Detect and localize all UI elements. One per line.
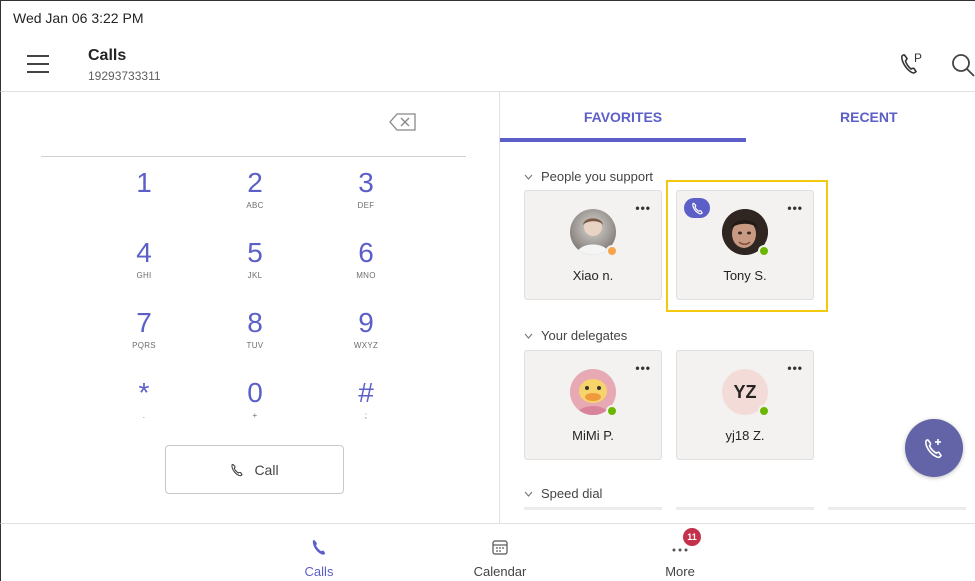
phone-number: 19293733311 [88, 69, 161, 83]
dialpad-key-0[interactable]: 0 + [210, 378, 300, 438]
tab-favorites[interactable]: FAVORITES [500, 92, 746, 142]
dialpad-key-8[interactable]: 8 TUV [210, 308, 300, 368]
dial-input-underline [41, 156, 466, 157]
speed-dial-card-edge [828, 507, 966, 510]
contact-card-xiao[interactable]: ••• Xiao n. [524, 190, 662, 300]
nav-calendar-label: Calendar [473, 564, 527, 579]
contact-name: MiMi P. [572, 428, 614, 443]
dialpad-key-star[interactable]: *. [99, 378, 189, 438]
more-options-icon[interactable]: ••• [787, 201, 803, 215]
section-your-delegates[interactable]: Your delegates [524, 328, 627, 343]
notification-badge: 11 [683, 528, 701, 546]
dialpad-key-9[interactable]: 9 WXYZ [321, 308, 411, 368]
call-button[interactable]: Call [165, 445, 344, 494]
chevron-down-icon [524, 174, 533, 180]
more-options-icon[interactable]: ••• [635, 361, 651, 375]
menu-icon[interactable] [27, 55, 49, 73]
presence-available-icon [758, 405, 770, 417]
dialpad-key-1[interactable]: 1 [99, 168, 189, 228]
phone-icon [231, 463, 244, 476]
presence-available-icon [606, 405, 618, 417]
dialpad-key-7[interactable]: 7 PQRS [99, 308, 189, 368]
contact-card-mimi[interactable]: ••• MiMi P. [524, 350, 662, 460]
presence-away-icon [606, 245, 618, 257]
chevron-down-icon [524, 491, 533, 497]
avatar [570, 209, 618, 257]
avatar [722, 209, 770, 257]
section-speed-dial[interactable]: Speed dial [524, 486, 602, 501]
nav-calls-label: Calls [304, 564, 334, 579]
in-call-icon [684, 198, 710, 218]
contact-card-yj18[interactable]: ••• YZ yj18 Z. [676, 350, 814, 460]
contact-name: yj18 Z. [725, 428, 765, 443]
new-call-button[interactable] [905, 419, 963, 477]
presence-available-icon [758, 245, 770, 257]
dialpad-key-2[interactable]: 2 ABC [210, 168, 300, 228]
contacts-panel: FAVORITES RECENT People you support ••• … [500, 92, 975, 523]
dialpad-key-4[interactable]: 4 GHI [99, 238, 189, 298]
nav-calendar[interactable]: Calendar [455, 524, 545, 581]
section-title: Speed dial [541, 486, 603, 501]
chevron-down-icon [524, 333, 533, 339]
contact-card-tony[interactable]: ••• Tony S. [676, 190, 814, 300]
contact-name: Xiao n. [572, 268, 614, 283]
phone-icon [312, 540, 326, 555]
nav-calls[interactable]: Calls [274, 524, 364, 581]
page-title: Calls [88, 47, 127, 64]
nav-more[interactable]: 11 More [635, 524, 725, 581]
speed-dial-card-edge [524, 507, 662, 510]
tab-recent[interactable]: RECENT [746, 92, 975, 142]
dialpad-key-3[interactable]: 3 DEF [321, 168, 411, 228]
status-bar: Wed Jan 06 3:22 PM [0, 0, 975, 34]
more-options-icon[interactable]: ••• [635, 201, 651, 215]
nav-more-label: More [665, 564, 695, 579]
status-datetime: Wed Jan 06 3:22 PM [13, 10, 144, 26]
dialpad-key-6[interactable]: 6 MNO [321, 238, 411, 298]
app-header: Calls 19293733311 P [0, 34, 975, 92]
avatar-initials: YZ [722, 369, 770, 417]
contact-name: Tony S. [723, 268, 767, 283]
backspace-icon[interactable] [389, 112, 417, 132]
avatar [570, 369, 618, 417]
call-park-icon[interactable]: P [899, 50, 925, 78]
bottom-nav: Calls Calendar 11 More [0, 523, 975, 581]
dialpad-panel: 1 2 ABC 3 DEF 4 GHI 5 JKL 6 MNO 7 PQRS 8 TUV 9W… [0, 92, 500, 523]
dialpad-key-5[interactable]: 5 JKL [210, 238, 300, 298]
search-icon[interactable] [949, 52, 975, 78]
more-options-icon[interactable]: ••• [787, 361, 803, 375]
svg-text:P: P [914, 51, 922, 65]
section-people-you-support[interactable]: People you support [524, 169, 653, 184]
section-title: People you support [541, 169, 654, 184]
calendar-icon [492, 540, 508, 555]
speed-dial-card-edge [676, 507, 814, 510]
call-button-label: Call [254, 461, 279, 478]
section-title: Your delegates [541, 328, 628, 343]
dialpad-key-hash[interactable]: #; [321, 378, 411, 438]
add-call-icon [925, 439, 942, 459]
